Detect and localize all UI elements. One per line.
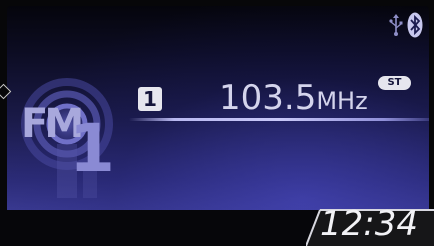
- frequency-display: 103.5MHz: [219, 80, 368, 119]
- usb-icon: [389, 14, 403, 41]
- frequency-value: 103.5: [219, 78, 317, 118]
- preset-number-badge: 1: [138, 87, 162, 111]
- frequency-underline: [129, 118, 429, 121]
- band-number: 1: [69, 110, 115, 187]
- status-icons: [389, 12, 423, 43]
- frequency-unit: MHz: [316, 87, 368, 115]
- stereo-badge: ST: [378, 76, 411, 90]
- bluetooth-icon: [407, 12, 423, 43]
- audio-display-frame: FM 1 1 103.5MHz ST 12:34: [0, 0, 434, 246]
- clock-time: 12:34: [320, 204, 418, 244]
- audio-screen: FM 1 1 103.5MHz ST: [7, 6, 429, 211]
